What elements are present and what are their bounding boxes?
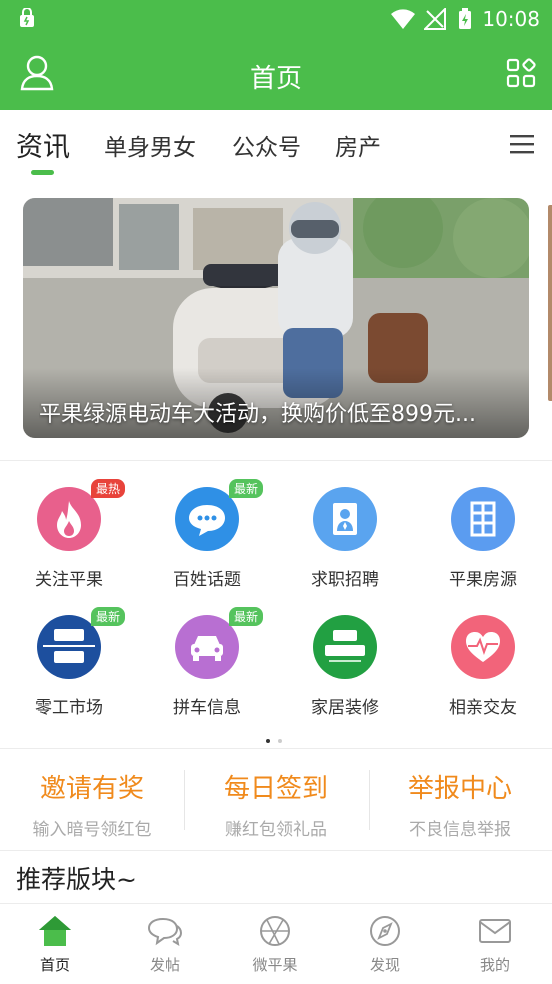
action-subtitle: 不良信息举报 bbox=[409, 820, 511, 840]
divider bbox=[0, 460, 552, 461]
no-signal-icon bbox=[424, 8, 446, 30]
heart-pulse-icon bbox=[451, 615, 515, 679]
grid-item-follow-pingguo[interactable]: 最热 关注平果 bbox=[0, 479, 138, 590]
banner-next-peek bbox=[548, 205, 552, 401]
action-subtitle: 赚红包领礼品 bbox=[225, 820, 327, 840]
flame-icon: 最热 bbox=[37, 479, 126, 551]
action-title: 举报中心 bbox=[407, 774, 512, 804]
grid-item-pingguo-housing[interactable]: 平果房源 bbox=[414, 487, 552, 590]
grid-item-public-topics[interactable]: 最新 百姓话题 bbox=[138, 479, 276, 590]
grid-item-label: 平果房源 bbox=[449, 570, 517, 590]
nav-label: 微平果 bbox=[252, 956, 298, 974]
grid-item-home-decoration[interactable]: 家居装修 bbox=[276, 615, 414, 718]
nav-label: 我的 bbox=[479, 956, 510, 974]
nav-mine[interactable]: 我的 bbox=[440, 914, 550, 975]
pingguo-linggong-logo: 最新 bbox=[37, 607, 126, 679]
grid-item-label: 关注平果 bbox=[35, 570, 103, 590]
nav-home[interactable]: 首页 bbox=[0, 914, 110, 975]
mail-icon bbox=[479, 919, 511, 943]
grid-item-dating[interactable]: 相亲交友 bbox=[414, 615, 552, 718]
grid-item-label: 求职招聘 bbox=[311, 570, 379, 590]
badge-new: 最新 bbox=[229, 607, 264, 626]
nav-wei-pingguo[interactable]: 微平果 bbox=[220, 914, 330, 975]
nav-post[interactable]: 发帖 bbox=[110, 914, 220, 975]
nav-label: 发现 bbox=[369, 956, 400, 974]
person-tie-icon bbox=[313, 487, 377, 551]
wifi-icon bbox=[391, 9, 415, 29]
page-dot-active bbox=[266, 739, 270, 743]
banner-caption: 平果绿源电动车大活动，换购价低至899元... bbox=[39, 402, 476, 427]
section-title: 推荐版块~ bbox=[16, 865, 137, 894]
grid-item-label: 零工市场 bbox=[35, 698, 103, 718]
apps-grid-icon[interactable] bbox=[506, 58, 536, 88]
menu-icon[interactable] bbox=[510, 134, 534, 154]
divider bbox=[0, 748, 552, 749]
action-subtitle: 输入暗号领红包 bbox=[32, 820, 152, 840]
battery-charging-icon bbox=[459, 8, 471, 29]
app-header: 首页 bbox=[0, 38, 552, 110]
action-title: 每日签到 bbox=[223, 774, 328, 804]
grid-item-label: 家居装修 bbox=[311, 698, 379, 718]
nav-label: 首页 bbox=[39, 956, 70, 974]
nav-label: 发帖 bbox=[149, 956, 180, 974]
category-tabs: 资讯 单身男女 公众号 房产 bbox=[0, 110, 552, 176]
daily-checkin-action[interactable]: 每日签到 赚红包领礼品 bbox=[184, 768, 368, 840]
grid-item-label: 百姓话题 bbox=[173, 570, 241, 590]
page-dot bbox=[278, 739, 282, 743]
compass-icon bbox=[370, 916, 400, 946]
chat-bubble-icon: 最新 bbox=[175, 479, 264, 551]
building-icon bbox=[451, 487, 515, 551]
invite-reward-action[interactable]: 邀请有奖 输入暗号领红包 bbox=[0, 768, 184, 840]
bottom-navigation: 首页 发帖 微平果 发现 我的 bbox=[0, 903, 552, 984]
aperture-icon bbox=[260, 916, 290, 946]
divider bbox=[0, 850, 552, 851]
tab-real-estate[interactable]: 房产 bbox=[335, 128, 381, 162]
grid-item-gig-market[interactable]: 最新 零工市场 bbox=[0, 607, 138, 718]
car-icon: 最新 bbox=[175, 607, 264, 679]
grid-item-job-recruitment[interactable]: 求职招聘 bbox=[276, 487, 414, 590]
tab-singles[interactable]: 单身男女 bbox=[104, 128, 196, 162]
chat-bubbles-icon bbox=[147, 917, 183, 947]
tab-official-accounts[interactable]: 公众号 bbox=[232, 128, 301, 162]
tab-news[interactable]: 资讯 bbox=[16, 125, 70, 164]
status-bar: 10:08 bbox=[0, 0, 552, 38]
grid-item-carpool[interactable]: 最新 拼车信息 bbox=[138, 607, 276, 718]
carousel-page-indicator bbox=[266, 728, 290, 747]
badge-new: 最新 bbox=[91, 607, 126, 626]
report-center-action[interactable]: 举报中心 不良信息举报 bbox=[368, 768, 552, 840]
grid-item-label: 相亲交友 bbox=[449, 698, 517, 718]
banner-carousel[interactable]: 平果绿源电动车大活动，换购价低至899元... bbox=[23, 198, 529, 438]
status-time: 10:08 bbox=[482, 7, 540, 31]
grid-item-label: 拼车信息 bbox=[173, 698, 241, 718]
active-tab-indicator bbox=[31, 170, 54, 175]
nav-discover[interactable]: 发现 bbox=[330, 914, 440, 975]
page-title: 首页 bbox=[249, 64, 302, 94]
badge-hot: 最热 bbox=[91, 479, 126, 498]
action-title: 邀请有奖 bbox=[39, 774, 144, 804]
lock-battery-icon bbox=[20, 8, 34, 27]
pingguo-jiazhuang-logo bbox=[313, 615, 377, 679]
home-icon bbox=[39, 916, 71, 946]
badge-new: 最新 bbox=[229, 479, 264, 498]
